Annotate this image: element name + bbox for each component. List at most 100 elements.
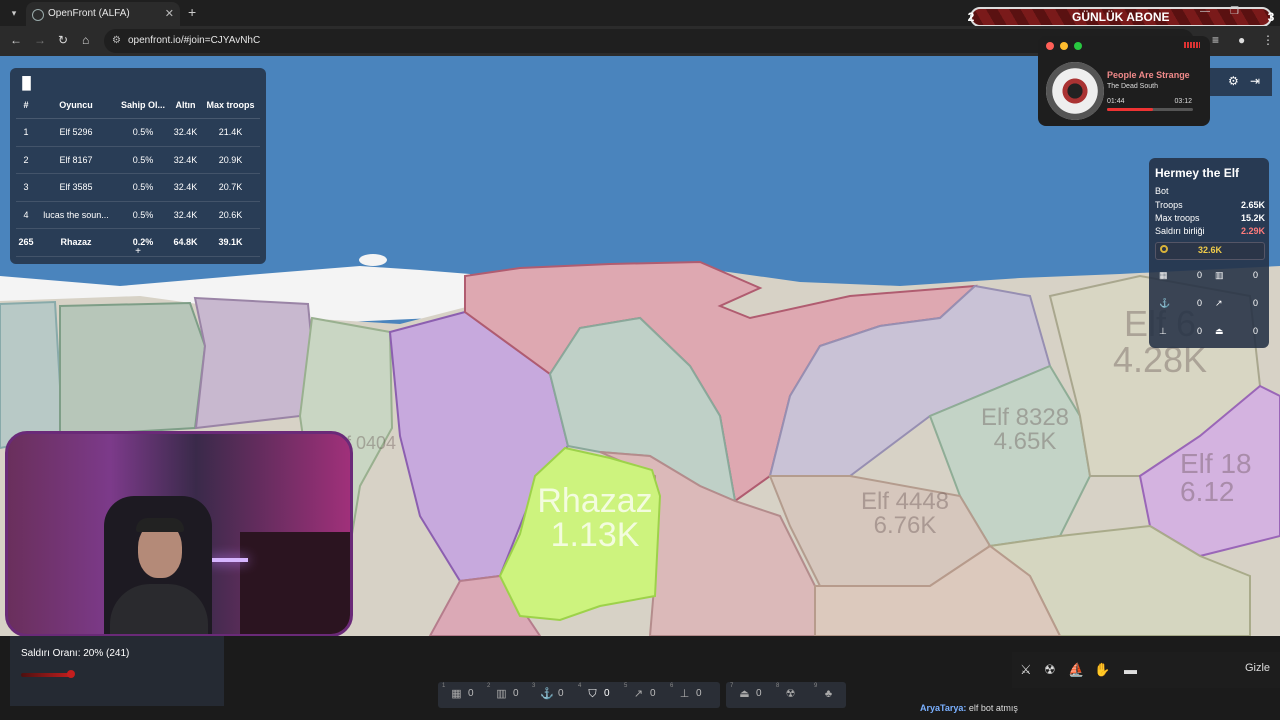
warship-icon: ⏏ <box>739 688 750 700</box>
factory-icon: ▥ <box>1215 270 1224 280</box>
chat-message: AryaTarya: elf bot atmış <box>920 703 1018 713</box>
url-text: openfront.io/#join=CJYAvNhC <box>128 35 261 46</box>
forward-icon[interactable]: → <box>34 33 46 47</box>
cell-max-troops: 21.4K <box>200 118 260 147</box>
player-name: Rhazaz <box>537 482 653 520</box>
table-row[interactable]: 3 Elf 3585 0.5% 32.4K 20.7K <box>16 173 260 202</box>
settings-icon[interactable]: ⚙ <box>1228 74 1239 88</box>
territory-troops: 6.76K <box>873 512 937 539</box>
build-slot-hydrogen-bomb[interactable]: 9 ♣ <box>812 682 856 708</box>
table-row[interactable]: 4 lucas the soun... 0.5% 32.4K 20.6K <box>16 201 260 229</box>
song-progress-bar[interactable] <box>1107 108 1193 111</box>
table-row[interactable]: 2 Elf 8167 0.5% 32.4K 20.9K <box>16 146 260 174</box>
leaderboard-header-row: # Oyuncu Sahip Ol... Altın Max troops <box>16 92 260 119</box>
build-slot-defense[interactable]: 4 ⛉ 0 <box>576 682 620 708</box>
territory-label-elf-18: Elf 18 6.12 <box>1180 450 1280 506</box>
col-rank[interactable]: # <box>16 92 37 119</box>
max-troops-label: Max troops <box>1155 213 1200 223</box>
factory-count: 0 <box>1253 270 1259 280</box>
cell-gold: 32.4K <box>170 201 201 229</box>
bar-chart-icon[interactable]: ▐▌ <box>18 76 35 90</box>
build-slot-port[interactable]: 3 ⚓ 0 <box>530 682 574 708</box>
max-troops-row: Max troops 15.2K <box>1155 213 1265 223</box>
menu-icon[interactable]: ⋮ <box>1262 33 1274 47</box>
mushroom-cloud-icon: ♣ <box>824 688 833 700</box>
boat-icon[interactable]: ⛵ <box>1068 662 1084 678</box>
cell-owned: 0.5% <box>115 118 171 147</box>
sam-count: 0 <box>1197 326 1203 336</box>
leaderboard-table: # Oyuncu Sahip Ol... Altın Max troops 1 … <box>16 92 260 257</box>
reload-icon[interactable]: ↻ <box>58 33 68 47</box>
site-info-icon[interactable]: ⚙ <box>112 29 121 53</box>
sam-icon: ⊥ <box>679 688 690 700</box>
webcam-overlay <box>5 431 353 637</box>
new-tab-button[interactable]: + <box>188 4 196 20</box>
nuke-icon[interactable]: ☢ <box>1044 662 1056 678</box>
omnibox[interactable]: ⚙ openfront.io/#join=CJYAvNhC <box>104 29 1194 53</box>
count: 0 <box>513 688 519 699</box>
close-dot-icon[interactable] <box>1046 42 1054 50</box>
chat-text: elf bot atmış <box>968 703 1018 713</box>
webcam-shelf <box>240 532 350 634</box>
browser-tabbar: ▾ OpenFront (ALFA) ✕ + 2 GÜNLÜK ABONE 3 … <box>0 0 1280 27</box>
cell-player: Elf 5296 <box>36 118 116 147</box>
minimize-icon[interactable]: — <box>1200 6 1210 17</box>
minimize-dot-icon[interactable] <box>1060 42 1068 50</box>
territory-troops: 6.12 <box>1180 476 1235 507</box>
hotkey: 7 <box>730 683 734 689</box>
territory-name: Elf 4448 <box>860 488 950 515</box>
gold-box: 32.6K <box>1155 242 1265 260</box>
territory-troops: 4.65K <box>993 428 1057 455</box>
count: 0 <box>756 688 762 699</box>
player-territory-label: Rhazaz 1.13K <box>510 484 680 552</box>
home-icon[interactable]: ⌂ <box>82 33 89 47</box>
build-slot-warship[interactable]: 7 ⏏ 0 <box>728 682 772 708</box>
expand-leaderboard-button[interactable]: + <box>10 246 266 257</box>
attack-ratio-slider[interactable] <box>21 673 73 677</box>
cell-max-troops: 20.9K <box>200 146 260 174</box>
profile-icon[interactable]: ● <box>1238 33 1245 47</box>
maximize-icon[interactable]: ❐ <box>1230 6 1239 17</box>
hotkey: 5 <box>624 683 628 689</box>
cell-gold: 32.4K <box>170 118 201 147</box>
duration-time: 03:12 <box>1174 98 1192 105</box>
player-info-panel: Hermey the Elf Bot Troops 2.65K Max troo… <box>1149 158 1269 348</box>
max-troops-value: 15.2K <box>1240 213 1265 223</box>
cell-max-troops: 20.6K <box>200 201 260 229</box>
col-player[interactable]: Oyuncu <box>36 92 116 119</box>
factory-icon: ▥ <box>496 688 507 700</box>
close-tab-icon[interactable]: ✕ <box>165 2 174 26</box>
cell-owned: 0.5% <box>115 146 171 174</box>
extensions-icon[interactable]: ≡ <box>1212 33 1219 47</box>
browser-tab[interactable]: OpenFront (ALFA) ✕ <box>26 2 180 26</box>
count: 0 <box>604 688 610 699</box>
attack-ratio-knob[interactable] <box>67 670 75 678</box>
col-gold[interactable]: Altın <box>170 92 201 119</box>
attack-sword-icon[interactable]: ⚔ <box>1020 662 1032 678</box>
count: 0 <box>650 688 656 699</box>
album-art <box>1046 62 1104 120</box>
sam-icon: ⊥ <box>1159 326 1167 336</box>
build-slot-sam[interactable]: 6 ⊥ 0 <box>668 682 712 708</box>
table-row[interactable]: 1 Elf 5296 0.5% 32.4K 21.4K <box>16 118 260 147</box>
build-slot-factory[interactable]: 2 ▥ 0 <box>485 682 529 708</box>
hide-button[interactable]: Gizle <box>1245 662 1270 674</box>
build-slot-missile-silo[interactable]: 5 ↗ 0 <box>622 682 666 708</box>
maximize-dot-icon[interactable] <box>1074 42 1082 50</box>
chat-username: AryaTarya: <box>920 703 967 713</box>
alliance-handshake-icon[interactable]: ✋ <box>1094 662 1110 678</box>
chat-icon[interactable]: ▬ <box>1124 662 1137 677</box>
banner-left-number: 2 <box>967 10 975 24</box>
col-max-troops[interactable]: Max troops <box>200 92 260 119</box>
cell-rank: 1 <box>16 118 37 147</box>
build-slot-city[interactable]: 1 ▦ 0 <box>440 682 484 708</box>
back-icon[interactable]: ← <box>10 33 22 47</box>
cell-owned: 0.5% <box>115 201 171 229</box>
exit-icon[interactable]: ⇥ <box>1250 74 1260 88</box>
city-icon: ▦ <box>1159 270 1168 280</box>
col-owned[interactable]: Sahip Ol... <box>115 92 171 119</box>
tab-search-icon[interactable]: ▾ <box>6 5 22 21</box>
attack-troops-label: Saldırı birliği <box>1155 226 1205 236</box>
gold-value: 32.6K <box>1197 245 1223 255</box>
banner-text: GÜNLÜK ABONE <box>1072 10 1170 24</box>
